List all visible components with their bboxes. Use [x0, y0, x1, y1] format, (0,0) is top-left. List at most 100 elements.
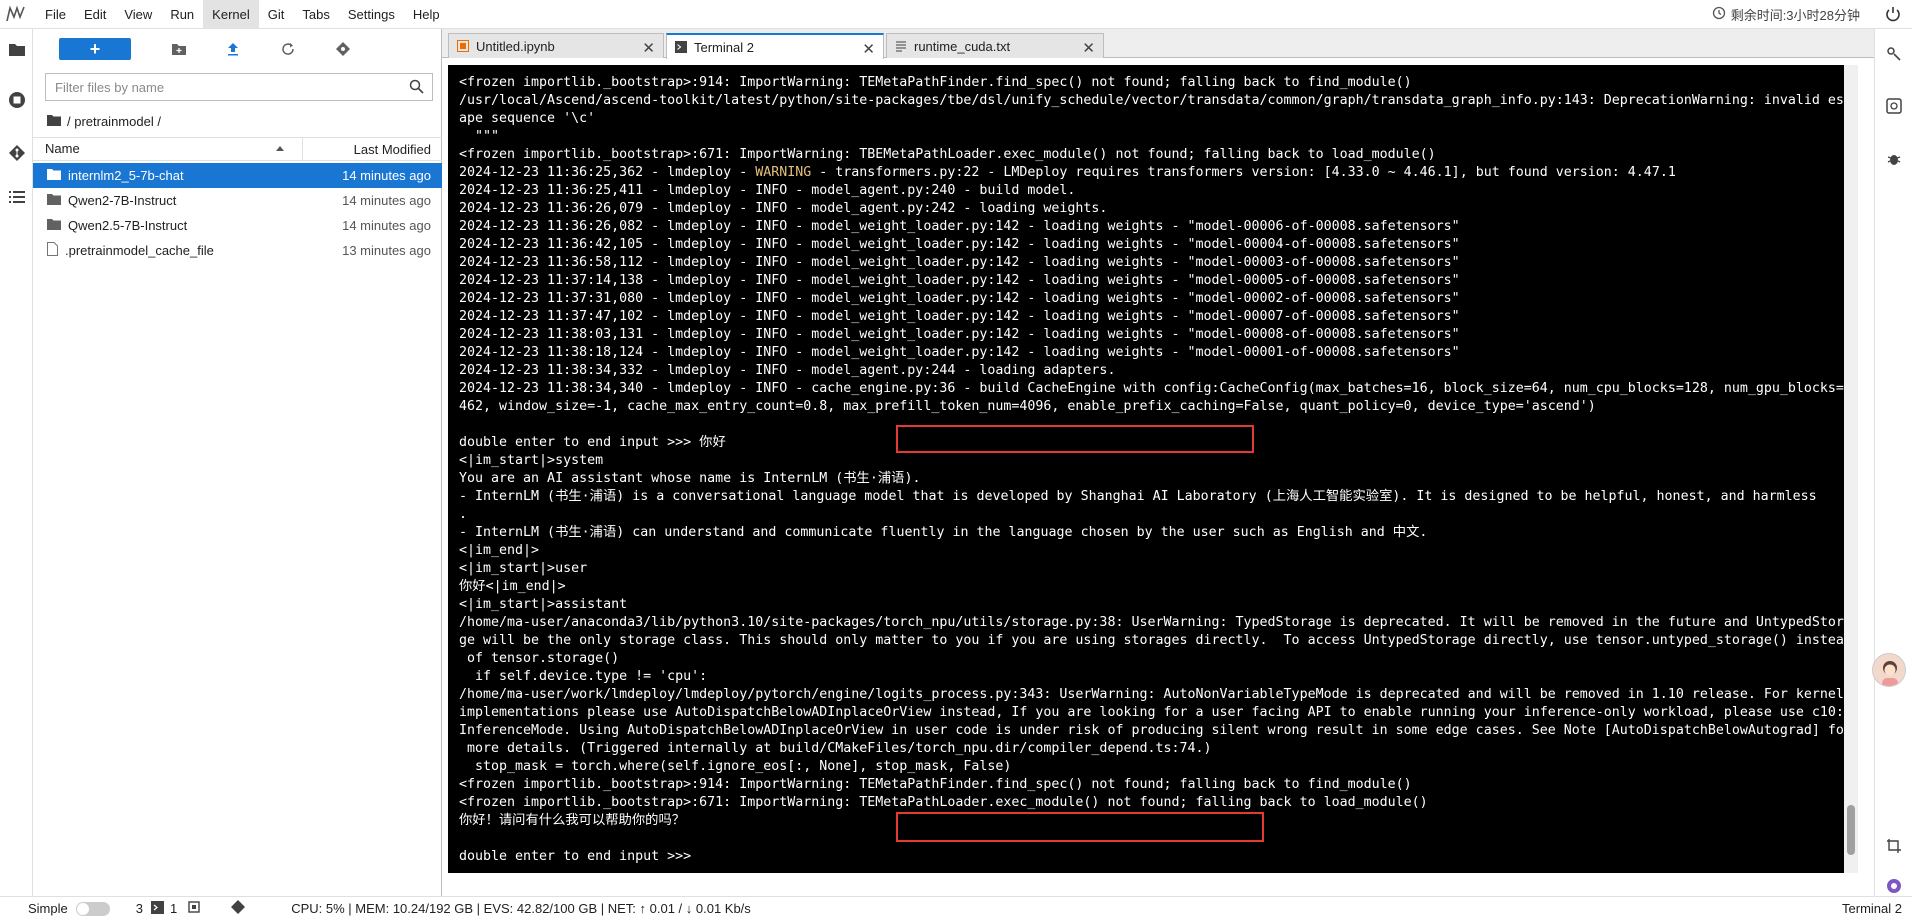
table-of-contents-icon[interactable]: [6, 186, 28, 208]
screenshot-icon[interactable]: [1885, 837, 1903, 855]
upload-icon[interactable]: [223, 39, 243, 59]
property-inspector-icon[interactable]: [1885, 45, 1903, 63]
new-launcher-button[interactable]: +: [59, 38, 131, 60]
terminal-line: 你好<|im_end|>: [459, 579, 566, 594]
tab-label: Terminal 2: [694, 39, 754, 55]
jupyter-logo-icon: [0, 0, 32, 29]
simple-mode-toggle[interactable]: [75, 901, 110, 916]
menu-tabs[interactable]: Tabs: [293, 0, 338, 29]
tab-untitled-ipynb[interactable]: Untitled.ipynb ✕: [448, 33, 664, 58]
left-sidebar-rail: [0, 29, 33, 896]
menu-run[interactable]: Run: [161, 0, 203, 29]
resource-usage: CPU: 5% | MEM: 10.24/192 GB | EVS: 42.82…: [291, 901, 751, 916]
menu-git[interactable]: Git: [259, 0, 294, 29]
menu-kernel[interactable]: Kernel: [203, 0, 259, 29]
terminal-line: 2024-12-23 11:37:31,080 - lmdeploy - INF…: [459, 291, 1460, 306]
file-name: internlm2_5-7b-chat: [68, 168, 184, 183]
menu-settings[interactable]: Settings: [339, 0, 404, 29]
kernel-status-icon: [187, 900, 201, 917]
terminal-line: ge will be the only storage class. This …: [459, 633, 1852, 648]
terminal-line: InferenceMode. Using AutoDispatchBelowAD…: [459, 723, 1852, 738]
breadcrumb-path[interactable]: / pretrainmodel /: [67, 114, 161, 129]
terminal-panel[interactable]: <frozen importlib._bootstrap>:914: Impor…: [448, 65, 1858, 873]
tab-terminal-2[interactable]: Terminal 2 ✕: [666, 33, 884, 59]
terminal-line: <|im_start|>system: [459, 453, 604, 468]
folder-icon: [47, 193, 61, 208]
response-highlight-box: [896, 812, 1264, 842]
notebook-icon: [457, 40, 469, 52]
folder-icon: [47, 114, 61, 129]
kernels-count[interactable]: 3: [136, 901, 143, 916]
file-modified: 13 minutes ago: [342, 243, 431, 258]
terminal-line: of tensor.storage(): [459, 651, 620, 666]
simple-mode-label: Simple: [28, 901, 68, 916]
terminal-line: if self.device.type != 'cpu':: [459, 669, 708, 684]
text-file-icon: [895, 40, 907, 52]
terminal-line: 2024-12-23 11:36:58,112 - lmdeploy - INF…: [459, 255, 1460, 270]
file-row[interactable]: internlm2_5-7b-chat 14 minutes ago: [33, 163, 442, 188]
menu-edit[interactable]: Edit: [75, 0, 115, 29]
menu-view[interactable]: View: [115, 0, 161, 29]
tab-runtime-cuda-txt[interactable]: runtime_cuda.txt ✕: [886, 33, 1104, 58]
file-name: Qwen2.5-7B-Instruct: [68, 218, 188, 233]
terminal-line: - InternLM (书生·浦语) is a conversational l…: [459, 489, 1817, 504]
name-column-header[interactable]: Name: [33, 138, 303, 160]
power-icon[interactable]: [1884, 5, 1902, 23]
terminal-line: <frozen importlib._bootstrap>:914: Impor…: [459, 75, 1412, 90]
avatar[interactable]: [1872, 653, 1906, 687]
file-name: Qwen2-7B-Instruct: [68, 193, 177, 208]
extension-icon[interactable]: [1885, 97, 1903, 115]
file-list-header: Name Last Modified: [33, 137, 442, 161]
git-status-icon[interactable]: [231, 900, 246, 917]
terminal-line: /home/ma-user/anaconda3/lib/python3.10/s…: [459, 615, 1852, 630]
folder-icon: [47, 218, 61, 233]
terminal-line: <|im_end|>: [459, 543, 540, 558]
file-icon: [47, 242, 58, 259]
terminals-count[interactable]: 1: [170, 901, 177, 916]
file-filter-field[interactable]: [45, 73, 433, 101]
tab-label: runtime_cuda.txt: [914, 38, 1011, 54]
last-modified-column-header[interactable]: Last Modified: [303, 142, 442, 157]
debugger-icon[interactable]: [1885, 150, 1903, 168]
terminal-line: /home/ma-user/work/lmdeploy/lmdeploy/pyt…: [459, 687, 1844, 702]
tab-label: Untitled.ipynb: [476, 38, 555, 54]
menu-help[interactable]: Help: [404, 0, 449, 29]
close-icon[interactable]: ✕: [862, 40, 875, 58]
close-icon[interactable]: ✕: [1082, 39, 1095, 57]
terminal-line: <|im_start|>user: [459, 561, 588, 576]
terminal-scrollbar[interactable]: [1844, 65, 1858, 873]
terminal-line: """: [459, 129, 500, 144]
file-modified: 14 minutes ago: [342, 193, 431, 208]
file-modified: 14 minutes ago: [342, 168, 431, 183]
git-clone-icon[interactable]: [333, 39, 353, 59]
terminal-line: implementations please use AutoDispatchB…: [459, 705, 1852, 720]
status-bar: Simple 3 1 CPU: 5% | MEM: 10.24/192 GB |…: [0, 896, 1912, 920]
terminal-line: - InternLM (书生·浦语) can understand and co…: [459, 525, 1428, 540]
running-sessions-icon[interactable]: [6, 89, 28, 111]
git-icon[interactable]: [6, 142, 28, 164]
refresh-icon[interactable]: [278, 39, 298, 59]
terminal-line: 2024-12-23 11:38:18,124 - lmdeploy - INF…: [459, 345, 1460, 360]
scrollbar-thumb[interactable]: [1847, 805, 1855, 855]
tab-bar: Untitled.ipynb ✕ Terminal 2 ✕ runtime_cuda.t…: [442, 29, 1874, 59]
file-modified: 14 minutes ago: [342, 218, 431, 233]
terminal-line: <frozen importlib._bootstrap>:671: Impor…: [459, 147, 1436, 162]
sort-ascending-icon: [276, 146, 284, 151]
file-row[interactable]: Qwen2-7B-Instruct 14 minutes ago: [33, 188, 442, 213]
folder-icon[interactable]: [6, 38, 28, 60]
terminal-line: 2024-12-23 11:38:03,131 - lmdeploy - INF…: [459, 327, 1460, 342]
new-folder-icon[interactable]: [169, 39, 189, 59]
file-name: .pretrainmodel_cache_file: [65, 243, 214, 258]
assistant-icon[interactable]: [1885, 877, 1903, 895]
terminal-line: 2024-12-23 11:36:25,411 - lmdeploy - INF…: [459, 183, 1076, 198]
breadcrumb[interactable]: / pretrainmodel /: [47, 111, 161, 131]
close-icon[interactable]: ✕: [642, 39, 655, 57]
terminal-line: 2024-12-23 11:36:26,079 - lmdeploy - INF…: [459, 201, 1108, 216]
file-row[interactable]: Qwen2.5-7B-Instruct 14 minutes ago: [33, 213, 442, 238]
file-row[interactable]: .pretrainmodel_cache_file 13 minutes ago: [33, 238, 442, 263]
terminal-line: 2024-12-23 11:36:26,082 - lmdeploy - INF…: [459, 219, 1460, 234]
search-icon: [409, 79, 424, 97]
file-browser-panel: + / pretrainmodel / Name Last Modified: [33, 29, 442, 896]
menu-file[interactable]: File: [36, 0, 75, 29]
file-filter-input[interactable]: [46, 74, 386, 100]
